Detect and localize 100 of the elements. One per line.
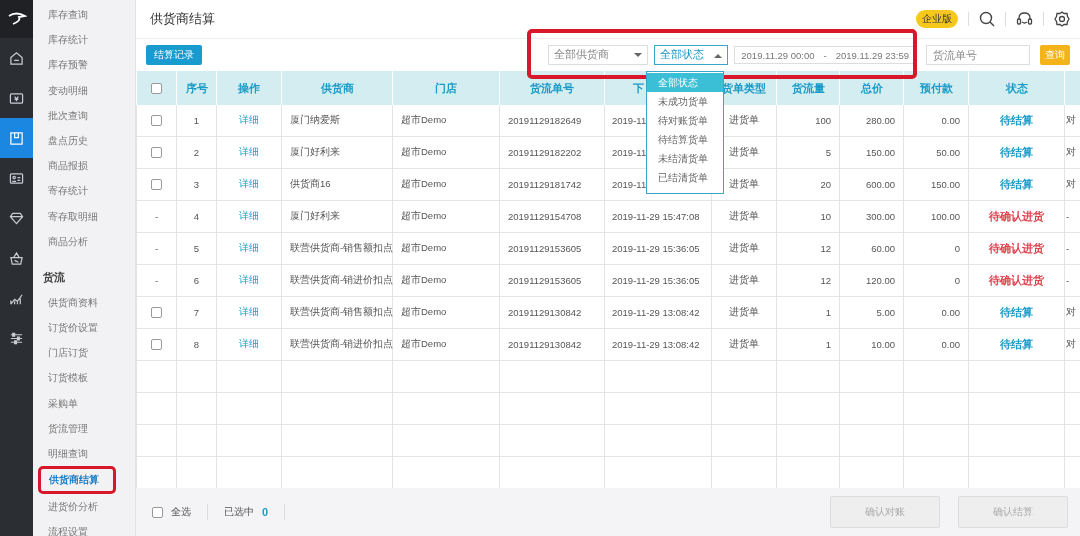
sidebar-item[interactable]: 采购单 xyxy=(33,390,135,416)
table-cell: 3 xyxy=(193,179,200,190)
checkbox[interactable] xyxy=(152,506,163,518)
sidebar-item[interactable]: 库存统计 xyxy=(33,27,135,53)
detail-link[interactable]: 详细 xyxy=(239,114,259,125)
sidebar-item[interactable]: 供货商资料 xyxy=(33,289,135,316)
status-select[interactable]: 全部状态 xyxy=(654,45,729,65)
detail-link[interactable]: 详细 xyxy=(239,306,259,317)
sidebar-item[interactable]: 寄存取明细 xyxy=(33,203,135,229)
detail-link[interactable]: 详细 xyxy=(239,210,259,221)
detail-link[interactable]: 详细 xyxy=(239,242,259,253)
table-cell: 0 xyxy=(954,243,960,254)
checkbox[interactable] xyxy=(150,83,162,95)
table-cell: 对 xyxy=(1066,178,1076,189)
caret-icon xyxy=(714,52,723,58)
table-cell: 10.00 xyxy=(871,339,895,350)
table-cell: 20191129130842 xyxy=(508,307,582,318)
table-cell: 超市Demo xyxy=(401,338,447,349)
status-text: 待结算 xyxy=(1000,145,1033,158)
table-cell: 1 xyxy=(825,339,831,350)
table-cell: 进货单 xyxy=(729,338,759,349)
checkbox[interactable] xyxy=(151,147,162,159)
table-cell: 6 xyxy=(193,275,200,286)
sidebar-item[interactable]: 盘点历史 xyxy=(33,127,135,154)
column-header: 货流量 xyxy=(791,81,825,94)
sliders-icon xyxy=(9,330,24,346)
checkbox[interactable] xyxy=(151,179,162,191)
dropdown-option[interactable]: 全部状态 xyxy=(647,73,723,92)
column-header: 门店 xyxy=(435,81,457,94)
table-cell: 0 xyxy=(954,275,960,286)
order-number-field[interactable]: 货流单号 xyxy=(926,45,1030,65)
table-cell: 2 xyxy=(193,147,200,158)
caret-icon xyxy=(634,52,643,58)
dropdown-option[interactable]: 未成功货单 xyxy=(647,92,723,111)
table-cell: 2019-11-29 13:08:42 xyxy=(612,307,700,318)
table-cell: 12 xyxy=(820,275,831,286)
detail-link[interactable]: 详细 xyxy=(239,338,259,349)
table-cell: 1 xyxy=(193,115,200,126)
checkbox[interactable] xyxy=(151,115,162,127)
detail-link[interactable]: 详细 xyxy=(239,178,259,189)
table-cell: 厦门好利来 xyxy=(290,210,340,221)
status-text: 待确认进货 xyxy=(989,241,1044,254)
search-icon[interactable] xyxy=(979,11,995,27)
sidebar-item[interactable]: 订货模板 xyxy=(33,365,135,391)
table-cell: 对 xyxy=(1066,338,1076,349)
table-cell: 12 xyxy=(820,243,831,254)
table-cell: 100 xyxy=(815,115,831,126)
sidebar-item[interactable]: 供货商结算 xyxy=(38,466,116,495)
home-icon xyxy=(9,50,24,66)
status-text: 待结算 xyxy=(1000,177,1033,190)
headset-icon[interactable] xyxy=(1016,11,1033,27)
table-cell: 5.00 xyxy=(876,307,895,318)
box-icon xyxy=(9,130,24,146)
table-cell: 厦门纳爱斯 xyxy=(290,114,340,125)
sidebar-item[interactable]: 寄存统计 xyxy=(33,178,135,204)
table-cell: - xyxy=(154,275,159,286)
table-cell: 进货单 xyxy=(729,210,759,221)
detail-link[interactable]: 详细 xyxy=(239,146,259,157)
sidebar-item[interactable]: 流程设置 xyxy=(33,519,135,536)
detail-link[interactable]: 详细 xyxy=(239,274,259,285)
date-range-field[interactable]: 2019.11.29 00:00 - 2019.11.29 23:59 xyxy=(734,46,916,64)
table-cell: 2019-11-29 15:36:05 xyxy=(612,243,700,254)
sidebar-item[interactable]: 批次查询 xyxy=(33,102,135,128)
table-cell: 20191129153605 xyxy=(508,243,582,254)
table-cell: 1 xyxy=(825,307,831,318)
table-cell: 对 xyxy=(1066,146,1076,157)
sidebar-item[interactable]: 变动明细 xyxy=(33,77,135,103)
table-cell: 进货单 xyxy=(729,274,759,285)
table-cell: - xyxy=(154,211,159,222)
dropdown-option[interactable]: 待结算货单 xyxy=(647,130,723,149)
table-cell: 0.00 xyxy=(941,115,960,126)
table-cell: 150.00 xyxy=(930,179,960,190)
sidebar-item[interactable]: 明细查询 xyxy=(33,441,135,467)
sidebar-item[interactable]: 订货价设置 xyxy=(33,315,135,341)
dropdown-option[interactable]: 待对账货单 xyxy=(647,111,723,130)
sidebar-item[interactable]: 库存查询 xyxy=(33,2,135,28)
dropdown-option[interactable]: 未结清货单 xyxy=(647,149,723,168)
settlement-records-button[interactable]: 结算记录 xyxy=(146,45,202,65)
sidebar-item[interactable]: 库存预警 xyxy=(33,52,135,78)
checkbox[interactable] xyxy=(151,339,162,351)
table-cell: 5 xyxy=(193,243,200,254)
table-cell: 超市Demo xyxy=(401,274,447,285)
dropdown-option[interactable]: 已结清货单 xyxy=(647,168,723,187)
settings-icon[interactable] xyxy=(1054,11,1070,27)
sidebar-item[interactable]: 货流管理 xyxy=(33,415,135,441)
sidebar-item[interactable]: 商品分析 xyxy=(33,228,135,254)
supplier-select[interactable]: 全部供货商 xyxy=(548,45,649,65)
table-cell: 280.00 xyxy=(865,115,895,126)
sidebar-item[interactable]: 商品报损 xyxy=(33,153,135,179)
sidebar-item[interactable]: 门店订货 xyxy=(33,340,135,366)
table-cell: 20191129153605 xyxy=(508,275,582,286)
table-cell: 20191129154708 xyxy=(508,211,582,222)
status-text: 待结算 xyxy=(1000,337,1033,350)
table-cell: 0.00 xyxy=(941,307,960,318)
table-cell: 20 xyxy=(820,179,831,190)
table-cell: 300.00 xyxy=(865,211,895,222)
checkbox[interactable] xyxy=(151,307,162,319)
table-cell: 联营供货商-销售额扣点 xyxy=(290,306,394,317)
table-cell: 供货商16 xyxy=(290,178,331,189)
sidebar-item[interactable]: 进货价分析 xyxy=(33,494,135,520)
